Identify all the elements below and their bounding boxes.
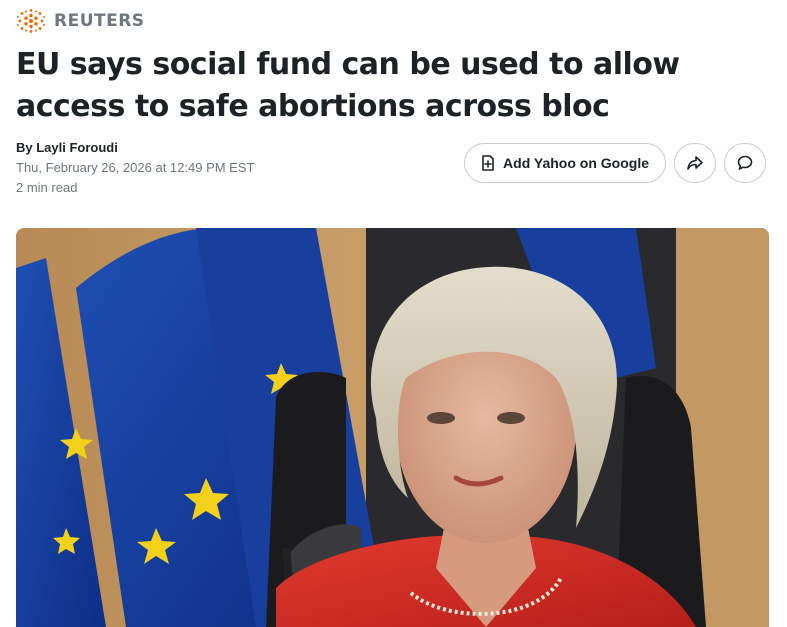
- add-document-icon: [482, 155, 494, 171]
- author-name[interactable]: By Layli Foroudi: [16, 138, 254, 158]
- comment-bubble-icon: [737, 155, 753, 170]
- source-name[interactable]: REUTERS: [54, 11, 145, 31]
- hero-photo: [16, 228, 769, 627]
- add-yahoo-on-google-label: Add Yahoo on Google: [503, 155, 649, 171]
- reuters-logo-icon: [17, 9, 45, 33]
- share-arrow-icon: [687, 156, 703, 170]
- publish-timestamp: Thu, February 26, 2026 at 12:49 PM EST: [16, 160, 255, 175]
- comment-button[interactable]: [724, 143, 766, 183]
- source-header[interactable]: REUTERS: [16, 8, 145, 34]
- hero-image[interactable]: [16, 228, 769, 627]
- read-time: 2 min read: [16, 180, 78, 195]
- byline: By Layli Foroudi Thu, February 26, 2026 …: [16, 138, 254, 198]
- article-headline: EU says social fund can be used to allow…: [16, 47, 680, 124]
- share-button[interactable]: [674, 143, 716, 183]
- add-yahoo-on-google-button[interactable]: Add Yahoo on Google: [464, 143, 666, 183]
- article-actions: Add Yahoo on Google: [464, 143, 766, 183]
